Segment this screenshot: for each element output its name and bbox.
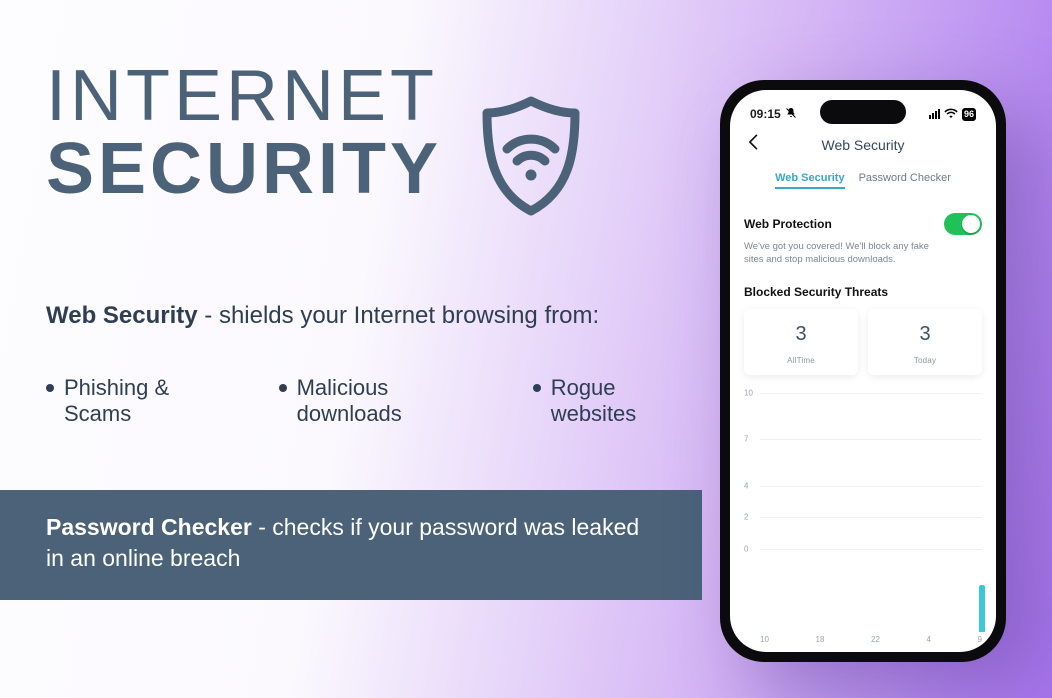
chart-xlabel: 18 (816, 635, 825, 644)
app-header: Web Security (744, 130, 982, 160)
chart-xlabel: 22 (871, 635, 880, 644)
battery-icon: 96 (962, 108, 976, 121)
chart-ylabel: 7 (744, 435, 748, 444)
chart-bar (979, 585, 985, 632)
web-protection-title: Web Protection (744, 217, 832, 231)
threats-title: Blocked Security Threats (744, 285, 982, 299)
threat-value: 3 (752, 323, 850, 346)
bell-off-icon (785, 107, 797, 122)
chart-xlabel: 10 (760, 635, 769, 644)
bullet-item: Malicious downloads (279, 375, 473, 427)
threat-caption: Today (876, 356, 974, 365)
threat-value: 3 (876, 323, 974, 346)
phone-body: 09:15 96 Web (720, 80, 1006, 662)
tab-bar: Web Security Password Checker (744, 172, 982, 189)
bullet-dot-icon (533, 384, 541, 392)
bullet-text: Phishing & Scams (64, 375, 219, 427)
chart-gridline (760, 486, 982, 487)
app-content: Web Security Web Security Password Check… (730, 130, 996, 652)
web-protection-toggle[interactable] (944, 213, 982, 235)
headline-line2: SECURITY (46, 132, 442, 208)
chart-gridline (760, 549, 982, 550)
shield-wifi-icon (475, 95, 587, 222)
bullet-item: Phishing & Scams (46, 375, 219, 427)
tab-web-security[interactable]: Web Security (775, 172, 845, 189)
dynamic-island (820, 100, 906, 124)
headline: INTERNET SECURITY (46, 60, 442, 208)
chart-gridline (760, 517, 982, 518)
threats-section: Blocked Security Threats 3 AllTime 3 Tod… (744, 285, 982, 375)
chart-ylabel: 2 (744, 513, 748, 522)
password-checker-band: Password Checker - checks if your passwo… (0, 490, 702, 600)
feature-lead-strong: Web Security (46, 302, 198, 329)
bullet-dot-icon (46, 384, 54, 392)
tab-password-checker[interactable]: Password Checker (859, 172, 951, 189)
bullet-dot-icon (279, 384, 287, 392)
chart-xlabel: 4 (927, 635, 931, 644)
threat-card-today: 3 Today (868, 309, 982, 375)
chart-ylabel: 4 (744, 482, 748, 491)
phone-screen: 09:15 96 Web (730, 90, 996, 652)
wifi-icon (944, 107, 958, 121)
threat-cards: 3 AllTime 3 Today (744, 309, 982, 375)
feature-bullets: Phishing & Scams Malicious downloads Rog… (46, 375, 686, 427)
headline-line1: INTERNET (46, 60, 442, 132)
bullet-item: Rogue websites (533, 375, 686, 427)
app-title: Web Security (822, 137, 905, 153)
feature-lead-rest: - shields your Internet browsing from: (198, 302, 600, 329)
status-time: 09:15 (750, 107, 781, 121)
bullet-text: Rogue websites (551, 375, 686, 427)
web-protection-desc: We've got you covered! We'll block any f… (744, 241, 944, 267)
back-arrow-icon[interactable] (744, 132, 764, 156)
chart-gridline (760, 439, 982, 440)
chart-ylabel: 10 (744, 388, 753, 397)
web-security-feature: Web Security - shields your Internet bro… (46, 300, 686, 332)
cellular-icon (929, 109, 940, 119)
chart-gridline (760, 393, 982, 394)
chart-xaxis: 10 18 22 4 9 (760, 635, 982, 644)
threat-caption: AllTime (752, 356, 850, 365)
pw-strong: Password Checker (46, 514, 252, 540)
threat-card-alltime: 3 AllTime (744, 309, 858, 375)
bullet-text: Malicious downloads (297, 375, 473, 427)
phone-mockup: 09:15 96 Web (720, 80, 1006, 662)
chart-ylabel: 0 (744, 544, 748, 553)
threats-chart: 10 7 4 2 0 10 18 22 4 9 (744, 389, 982, 644)
web-protection-section: Web Protection We've got you covered! We… (744, 213, 982, 267)
chart-xlabel: 9 (978, 635, 982, 644)
